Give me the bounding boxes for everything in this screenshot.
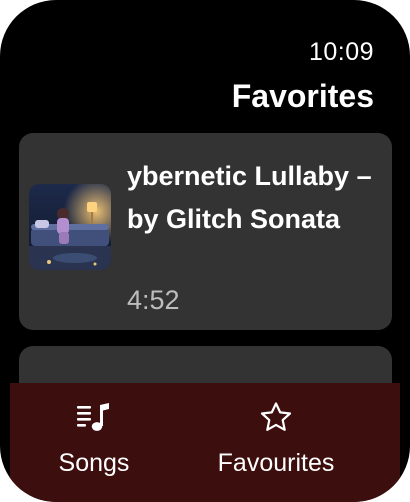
- tab-favourites-label: Favourites: [217, 449, 335, 477]
- album-artwork: [29, 184, 111, 270]
- page-title: Favorites: [231, 78, 374, 114]
- tab-songs[interactable]: Songs: [34, 383, 154, 483]
- tab-songs-label: Songs: [58, 449, 130, 477]
- favorite-song-card[interactable]: ybernetic Lullaby – by Glitch Sonata 4:5…: [19, 133, 392, 330]
- star-outline-icon: [259, 401, 293, 438]
- bottom-navigation: Songs Favourites: [10, 383, 400, 502]
- song-title: ybernetic Lullaby – by Glitch Sonata: [127, 161, 372, 234]
- status-time: 10:09: [308, 38, 374, 66]
- tab-favourites[interactable]: Favourites: [196, 383, 356, 483]
- watch-screen: 10:09 Favorites ybernetic Lullaby – by G…: [0, 0, 410, 502]
- song-duration: 4:52: [127, 285, 180, 315]
- music-list-icon: [76, 401, 112, 438]
